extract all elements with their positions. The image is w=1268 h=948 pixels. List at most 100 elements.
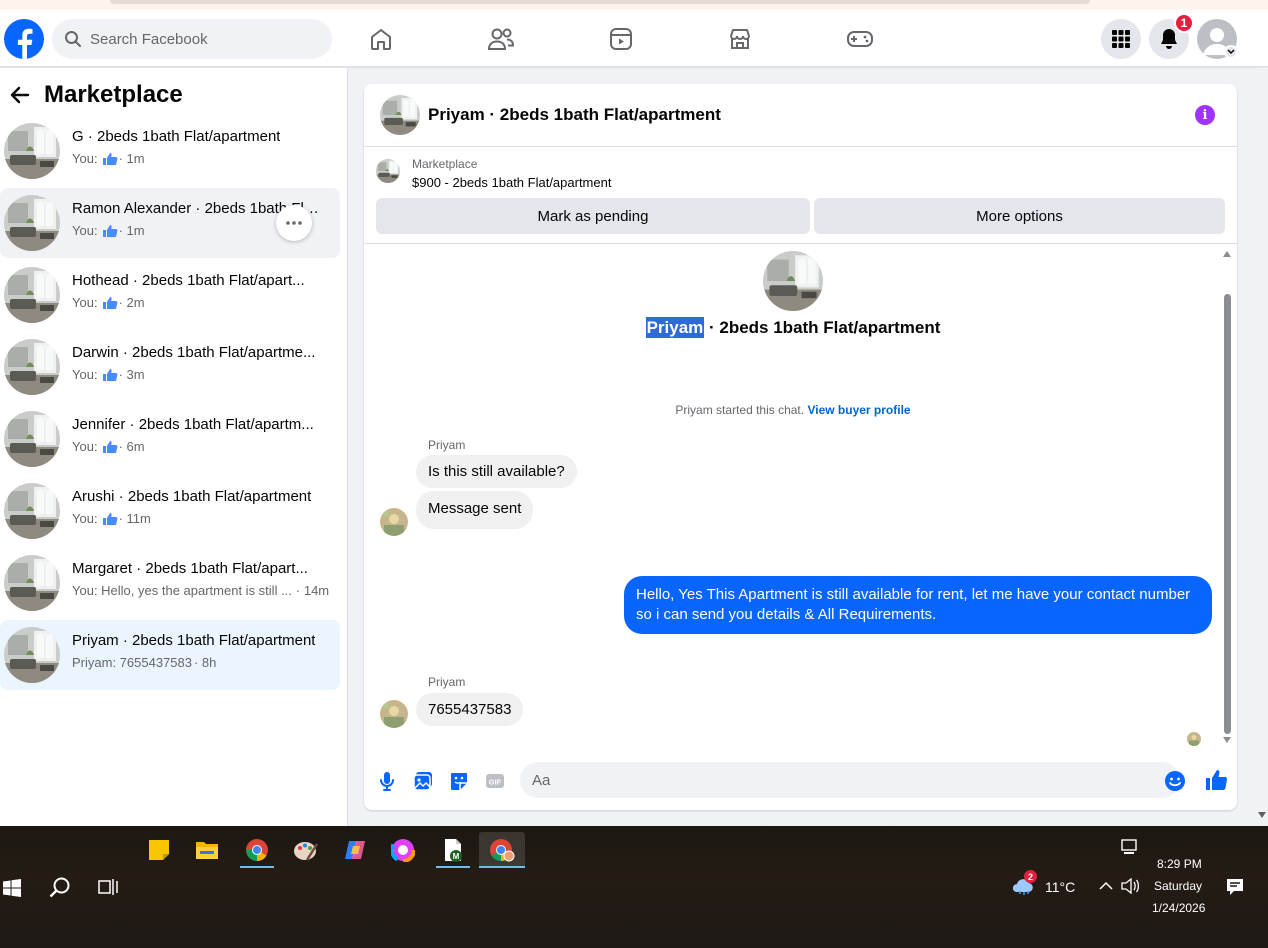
clock-day[interactable]: Saturday: [1154, 879, 1202, 893]
sender-avatar[interactable]: [380, 700, 408, 728]
chevron-up-icon[interactable]: [1099, 881, 1113, 891]
conversation-name: Priyam · 2beds 1bath Flat/apartment: [72, 632, 316, 649]
thumbs-up-icon: [102, 440, 118, 454]
photo-icon[interactable]: [412, 770, 434, 792]
conversation-name: Arushi · 2beds 1bath Flat/apartment: [72, 488, 312, 505]
conversation-item[interactable]: G · 2beds 1bath Flat/apartment You: · 1m: [0, 116, 340, 186]
task-view-icon[interactable]: [98, 878, 118, 896]
thumbs-up-icon: [102, 224, 118, 238]
conversation-item[interactable]: Arushi · 2beds 1bath Flat/apartment You:…: [0, 476, 340, 546]
sticker-icon[interactable]: [448, 770, 470, 792]
browser-tab-strip: [110, 0, 1090, 4]
thumbs-up-icon: [102, 368, 118, 382]
photos-app-icon[interactable]: [380, 832, 426, 868]
friends-icon[interactable]: [486, 24, 516, 54]
listing-thumbnail: [4, 267, 60, 323]
chat-title[interactable]: Priyam · 2beds 1bath Flat/apartment: [428, 105, 721, 125]
facebook-logo-icon[interactable]: [4, 19, 44, 59]
marketplace-icon[interactable]: [725, 24, 755, 54]
scroll-down-arrow-icon[interactable]: [1258, 812, 1266, 818]
windows-taskbar: M 2 11°C 8:29 PM Saturday 1/24/2026: [0, 826, 1268, 948]
sender-avatar[interactable]: [380, 508, 408, 536]
outgoing-message[interactable]: Hello, Yes This Apartment is still avail…: [624, 576, 1212, 634]
ellipsis-icon: [286, 221, 302, 225]
read-receipt-avatar: [1187, 732, 1201, 746]
info-icon[interactable]: i: [1195, 105, 1215, 125]
gif-icon[interactable]: GIF: [484, 770, 506, 792]
conversation-preview: You: Hello, yes the apartment is still .…: [72, 583, 330, 598]
conversation-preview: You: · 6m: [72, 439, 145, 454]
scroll-down-arrow-icon[interactable]: [1222, 736, 1232, 744]
video-icon[interactable]: [606, 24, 636, 54]
conversation-preview: You: · 2m: [72, 295, 145, 310]
thumbs-up-icon: [102, 152, 118, 166]
listing-thumbnail: [4, 339, 60, 395]
notification-center-icon[interactable]: [1226, 878, 1244, 896]
sidebar-title: Marketplace: [44, 81, 183, 108]
chat-intro-avatar: [763, 251, 823, 311]
sticky-notes-app-icon[interactable]: [136, 832, 182, 868]
volume-icon[interactable]: [1121, 878, 1139, 894]
conversation-item-selected[interactable]: Priyam · 2beds 1bath Flat/apartment Priy…: [0, 620, 340, 690]
conversation-item[interactable]: Ramon Alexander · 2beds 1bath Fla... You…: [0, 188, 340, 258]
thumbs-up-send-icon[interactable]: [1204, 768, 1228, 792]
conversation-preview: Priyam: 7655437583 · 8h: [72, 655, 217, 670]
conversation-item[interactable]: Darwin · 2beds 1bath Flat/apartme... You…: [0, 332, 340, 402]
message-input[interactable]: [520, 762, 1180, 798]
back-arrow-icon[interactable]: [10, 85, 30, 105]
chat-intro-title: Priyam · 2beds 1bath Flat/apartment: [645, 317, 941, 338]
listing-thumbnail[interactable]: [376, 159, 400, 183]
chat-scrollbar-thumb[interactable]: [1224, 294, 1231, 734]
listing-thumbnail: [4, 483, 60, 539]
grid-icon: [1112, 30, 1130, 48]
windows-start-icon[interactable]: [3, 879, 21, 897]
page-scrollbar[interactable]: [1256, 68, 1268, 826]
scroll-up-arrow-icon[interactable]: [1222, 250, 1232, 258]
conversation-name: Margaret · 2beds 1bath Flat/apart...: [72, 560, 308, 577]
conversation-item[interactable]: Hothead · 2beds 1bath Flat/apart... You:…: [0, 260, 340, 330]
search-icon: [65, 31, 81, 47]
search-bar[interactable]: [52, 19, 332, 59]
incoming-message[interactable]: Is this still available?: [416, 455, 577, 488]
clock-time[interactable]: 8:29 PM: [1157, 857, 1202, 871]
document-app-icon[interactable]: M: [430, 832, 476, 868]
bell-icon: [1161, 29, 1177, 49]
network-icon[interactable]: [1121, 839, 1139, 855]
mark-as-pending-button[interactable]: Mark as pending: [376, 198, 810, 234]
gaming-icon[interactable]: [845, 24, 875, 54]
chevron-down-icon[interactable]: [1224, 45, 1238, 59]
incoming-message[interactable]: Message sent: [416, 491, 534, 529]
conversation-name: G · 2beds 1bath Flat/apartment: [72, 128, 281, 145]
listing-thumbnail: [4, 195, 60, 251]
conversation-preview: You: · 11m: [72, 511, 151, 526]
home-icon[interactable]: [366, 24, 396, 54]
copilot-app-icon[interactable]: [332, 832, 378, 868]
conversation-preview: You: · 3m: [72, 367, 145, 382]
microphone-icon[interactable]: [376, 770, 398, 792]
message-sender: Priyam: [428, 438, 466, 452]
more-options-button[interactable]: More options: [814, 198, 1225, 234]
chrome-app-icon[interactable]: [234, 832, 280, 868]
conversation-item[interactable]: Jennifer · 2beds 1bath Flat/apartm... Yo…: [0, 404, 340, 474]
weather-temperature[interactable]: 11°C: [1045, 879, 1075, 895]
search-input[interactable]: [90, 30, 310, 48]
view-buyer-profile-link[interactable]: View buyer profile: [807, 403, 910, 417]
file-explorer-app-icon[interactable]: [184, 832, 230, 868]
emoji-icon[interactable]: [1164, 770, 1186, 792]
listing-thumbnail[interactable]: [380, 95, 420, 135]
listing-thumbnail: [4, 555, 60, 611]
conversation-preview: You: · 1m: [72, 151, 145, 166]
chrome-profile-app-icon[interactable]: [479, 832, 525, 868]
sidebar-header: Marketplace: [0, 80, 183, 110]
menu-grid-button[interactable]: [1101, 19, 1141, 59]
weather-alert-badge: 2: [1024, 870, 1037, 883]
paint-app-icon[interactable]: [283, 832, 329, 868]
conversation-item[interactable]: Margaret · 2beds 1bath Flat/apart... You…: [0, 548, 340, 618]
search-icon[interactable]: [49, 876, 71, 898]
listing-thumbnail: [4, 123, 60, 179]
thumbs-up-icon: [102, 296, 118, 310]
incoming-message[interactable]: 7655437583: [416, 693, 524, 726]
listing-price[interactable]: $900 - 2beds 1bath Flat/apartment: [412, 175, 611, 190]
more-options-dots-button[interactable]: [276, 205, 312, 241]
clock-date[interactable]: 1/24/2026: [1152, 901, 1205, 915]
